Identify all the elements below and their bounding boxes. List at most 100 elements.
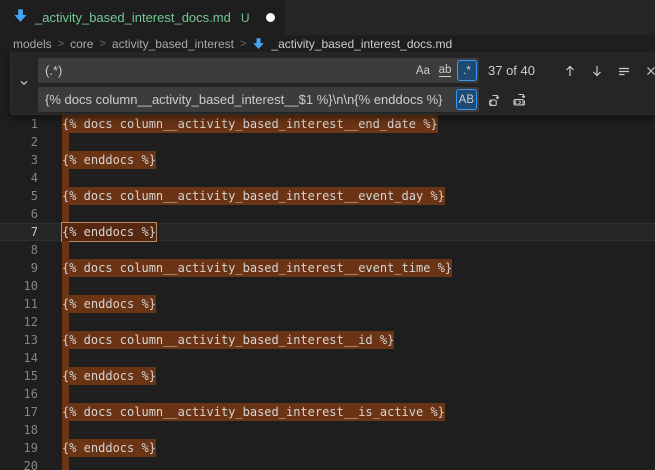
match-case-button[interactable]: Aa xyxy=(413,60,433,81)
editor-line[interactable]: 2 xyxy=(0,133,655,151)
breadcrumb-item-models[interactable]: models xyxy=(13,37,52,51)
editor-line[interactable]: 4 xyxy=(0,169,655,187)
breadcrumb-separator: > xyxy=(99,38,105,50)
whole-word-button[interactable]: ab xyxy=(435,60,455,81)
line-number: 12 xyxy=(0,313,38,331)
editor-line[interactable]: 3{% enddocs %} xyxy=(0,151,655,169)
line-number: 14 xyxy=(0,349,38,367)
breadcrumb-item-file[interactable]: _activity_based_interest_docs.md xyxy=(271,37,452,51)
editor-line[interactable]: 8 xyxy=(0,241,655,259)
breadcrumb-separator: > xyxy=(240,38,246,50)
line-number: 13 xyxy=(0,331,38,349)
line-content xyxy=(62,313,69,331)
find-actions xyxy=(560,61,655,81)
empty-line-match-highlight xyxy=(62,169,69,187)
find-replace-widget: Aa ab .* 37 of 40 xyxy=(10,52,655,115)
empty-line-match-highlight xyxy=(62,241,69,259)
line-number: 19 xyxy=(0,439,38,457)
tab-filename: _activity_based_interest_docs.md xyxy=(35,10,231,25)
editor-line[interactable]: 13 {% docs column__activity_based_interes… xyxy=(0,331,655,349)
previous-match-button[interactable] xyxy=(560,61,580,81)
close-find-button[interactable] xyxy=(641,61,655,81)
editor-line[interactable]: 19 {% enddocs %} xyxy=(0,439,655,457)
regex-button[interactable]: .* xyxy=(457,60,477,81)
line-number: 15 xyxy=(0,367,38,385)
line-content: {% enddocs %} xyxy=(62,367,156,385)
line-number: 2 xyxy=(0,133,38,151)
tab-active-file[interactable]: _activity_based_interest_docs.md U xyxy=(0,0,285,35)
line-number: 11 xyxy=(0,295,38,313)
breadcrumb-item-core[interactable]: core xyxy=(70,37,93,51)
find-match-highlight: {% enddocs %} xyxy=(62,151,156,169)
preserve-case-button[interactable]: AB xyxy=(456,89,477,110)
editor-line[interactable]: 5 {% docs column__activity_based_interest… xyxy=(0,187,655,205)
editor-line[interactable]: 17 {% docs column__activity_based_interes… xyxy=(0,403,655,421)
line-content xyxy=(62,133,69,151)
find-match-highlight: {% docs column__activity_based_interest_… xyxy=(62,259,452,277)
find-match-highlight: {% docs column__activity_based_interest_… xyxy=(62,187,445,205)
editor-line[interactable]: 15 {% enddocs %} xyxy=(0,367,655,385)
editor-line[interactable]: 11 {% enddocs %} xyxy=(0,295,655,313)
find-in-selection-button[interactable] xyxy=(614,61,634,81)
find-match-highlight: {% enddocs %} xyxy=(62,295,156,313)
empty-line-match-highlight xyxy=(62,385,69,403)
empty-line-match-highlight xyxy=(62,133,69,151)
editor-line[interactable]: 6 xyxy=(0,205,655,223)
editor-line[interactable]: 20 xyxy=(0,457,655,470)
editor-line[interactable]: 10 xyxy=(0,277,655,295)
line-number: 20 xyxy=(0,457,38,470)
markdown-file-icon xyxy=(252,37,265,50)
editor-line[interactable]: 7{% enddocs %} xyxy=(0,223,655,241)
line-number: 18 xyxy=(0,421,38,439)
line-content xyxy=(62,241,69,259)
find-match-highlight: {% enddocs %} xyxy=(62,439,156,457)
replace-all-button[interactable] xyxy=(510,90,530,110)
editor-line[interactable]: 16 xyxy=(0,385,655,403)
next-match-button[interactable] xyxy=(587,61,607,81)
editor-line[interactable]: 14 xyxy=(0,349,655,367)
editor: Aa ab .* 37 of 40 xyxy=(0,52,655,470)
line-number: 8 xyxy=(0,241,38,259)
line-content: {% docs column__activity_based_interest_… xyxy=(62,259,452,277)
find-match-highlight: {% docs column__activity_based_interest_… xyxy=(62,403,445,421)
git-status-badge: U xyxy=(241,11,250,25)
tab-bar: _activity_based_interest_docs.md U xyxy=(0,0,655,35)
find-options: Aa ab .* xyxy=(413,60,477,81)
line-content xyxy=(62,277,69,295)
code-area: 1{% docs column__activity_based_interest… xyxy=(0,115,655,470)
line-number: 10 xyxy=(0,277,38,295)
empty-line-match-highlight xyxy=(62,205,69,223)
find-match-highlight: {% docs column__activity_based_interest_… xyxy=(62,331,394,349)
replace-input[interactable] xyxy=(38,87,479,112)
editor-line[interactable]: 18 xyxy=(0,421,655,439)
vscode-window: _activity_based_interest_docs.md U model… xyxy=(0,0,655,470)
editor-line[interactable]: 12 xyxy=(0,313,655,331)
empty-line-match-highlight xyxy=(62,349,69,367)
editor-line[interactable]: 1{% docs column__activity_based_interest… xyxy=(0,115,655,133)
line-number: 16 xyxy=(0,385,38,403)
line-content: {% enddocs %} xyxy=(62,295,156,313)
replace-actions xyxy=(485,90,530,110)
current-find-match: {% enddocs %} xyxy=(62,223,156,241)
find-match-highlight: {% docs column__activity_based_interest_… xyxy=(62,115,438,133)
line-content: {% docs column__activity_based_interest_… xyxy=(62,331,394,349)
line-content xyxy=(62,205,69,223)
breadcrumb-item-activity-based-interest[interactable]: activity_based_interest xyxy=(112,37,234,51)
modified-dot-icon[interactable] xyxy=(266,13,275,22)
line-number: 4 xyxy=(0,169,38,187)
editor-line[interactable]: 9{% docs column__activity_based_interest… xyxy=(0,259,655,277)
line-content xyxy=(62,169,69,187)
line-content: {% enddocs %} xyxy=(62,439,156,457)
toggle-replace-chevron-icon[interactable] xyxy=(11,52,37,114)
empty-line-match-highlight xyxy=(62,313,69,331)
line-content: {% enddocs %} xyxy=(62,223,156,241)
line-content: {% docs column__activity_based_interest_… xyxy=(62,115,438,133)
line-content xyxy=(62,385,69,403)
find-input-wrap: Aa ab .* xyxy=(38,58,479,83)
replace-button[interactable] xyxy=(485,90,505,110)
line-number: 17 xyxy=(0,403,38,421)
line-number: 5 xyxy=(0,187,38,205)
breadcrumb: models > core > activity_based_interest … xyxy=(0,35,655,52)
line-content: {% docs column__activity_based_interest_… xyxy=(62,187,445,205)
markdown-file-icon xyxy=(13,8,28,28)
